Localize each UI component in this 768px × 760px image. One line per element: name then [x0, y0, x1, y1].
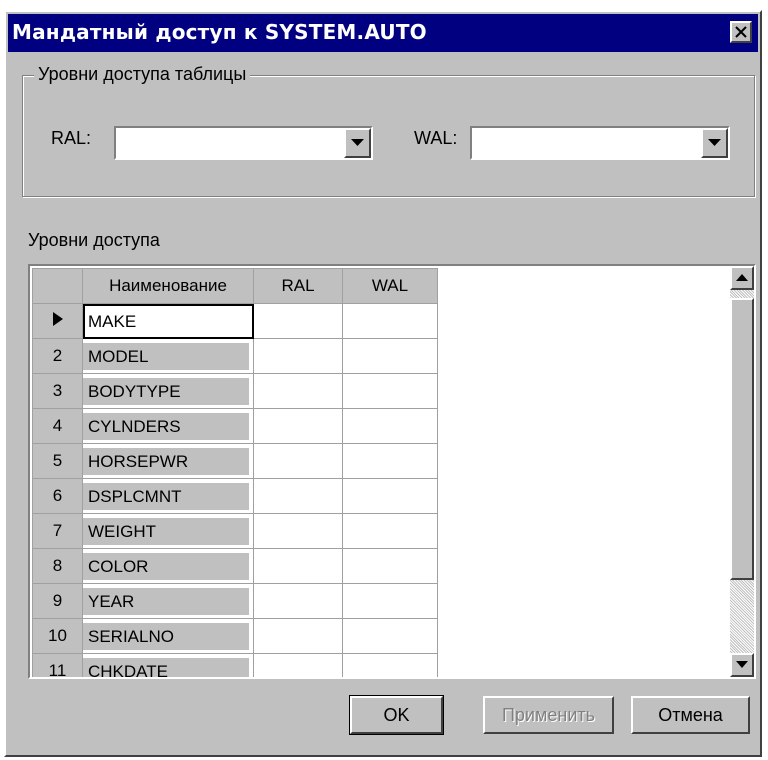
cancel-button[interactable]: Отмена: [631, 696, 750, 734]
table-row[interactable]: 5 HORSEPWR: [32, 443, 438, 479]
column-header-name[interactable]: Наименование: [82, 268, 254, 304]
wal-cell[interactable]: [342, 478, 438, 514]
name-cell[interactable]: CHKDATE: [82, 653, 254, 677]
row-number[interactable]: 8: [32, 548, 83, 584]
name-cell[interactable]: BODYTYPE: [82, 373, 254, 409]
name-cell[interactable]: COLOR: [82, 548, 254, 584]
wal-cell[interactable]: [342, 373, 438, 409]
row-number[interactable]: 5: [32, 443, 83, 479]
wal-cell[interactable]: [342, 513, 438, 549]
name-cell[interactable]: SERIALNO: [82, 618, 254, 654]
ral-cell[interactable]: [253, 653, 343, 677]
vertical-scrollbar[interactable]: [730, 266, 754, 677]
ral-cell[interactable]: [253, 338, 343, 374]
row-number[interactable]: 11: [32, 653, 83, 677]
chevron-down-icon: [351, 139, 364, 146]
grid-corner-cell: [32, 268, 83, 304]
name-value: CYLNDERS: [83, 412, 249, 440]
scroll-thumb[interactable]: [730, 298, 754, 580]
row-number[interactable]: 10: [32, 618, 83, 654]
row-indicator[interactable]: [32, 303, 83, 339]
ral-combobox[interactable]: [114, 126, 373, 160]
close-button[interactable]: [730, 21, 752, 43]
ral-label: RAL:: [51, 128, 92, 148]
scroll-down-button[interactable]: [730, 653, 754, 677]
levels-section-label: Уровни доступа: [28, 230, 160, 250]
wal-cell[interactable]: [342, 653, 438, 677]
wal-label: WAL:: [414, 128, 458, 148]
table-row[interactable]: 11 CHKDATE: [32, 653, 438, 677]
table-row[interactable]: 4 CYLNDERS: [32, 408, 438, 444]
apply-button[interactable]: Применить: [483, 696, 614, 734]
name-cell[interactable]: MAKE: [82, 303, 254, 339]
title-bar[interactable]: Мандатный доступ к SYSTEM.AUTO: [8, 14, 758, 52]
ral-cell[interactable]: [253, 478, 343, 514]
current-row-arrow-icon: [52, 312, 63, 326]
window-title: Мандатный доступ к SYSTEM.AUTO: [12, 20, 427, 44]
wal-cell[interactable]: [342, 443, 438, 479]
ral-cell[interactable]: [253, 548, 343, 584]
scroll-up-button[interactable]: [730, 266, 754, 290]
name-value: BODYTYPE: [83, 377, 249, 405]
ral-cell[interactable]: [253, 583, 343, 619]
table-row[interactable]: 3 BODYTYPE: [32, 373, 438, 409]
levels-grid[interactable]: Наименование RAL WAL MAKE 2 MODEL 3 BODY…: [28, 264, 756, 679]
wal-cell[interactable]: [342, 338, 438, 374]
ral-cell[interactable]: [253, 373, 343, 409]
table-row[interactable]: 8 COLOR: [32, 548, 438, 584]
name-value: WEIGHT: [83, 517, 249, 545]
ral-dropdown-button[interactable]: [344, 128, 371, 158]
column-header-ral[interactable]: RAL: [253, 268, 343, 304]
name-value: DSPLCMNT: [83, 482, 249, 510]
ral-cell[interactable]: [253, 443, 343, 479]
wal-dropdown-button[interactable]: [701, 128, 728, 158]
wal-cell[interactable]: [342, 583, 438, 619]
row-number[interactable]: 3: [32, 373, 83, 409]
name-value: MAKE: [83, 307, 249, 335]
arrow-up-icon: [736, 274, 748, 281]
row-number[interactable]: 9: [32, 583, 83, 619]
name-cell[interactable]: HORSEPWR: [82, 443, 254, 479]
table-row[interactable]: 6 DSPLCMNT: [32, 478, 438, 514]
row-number[interactable]: 7: [32, 513, 83, 549]
ral-cell[interactable]: [253, 513, 343, 549]
name-value: MODEL: [83, 342, 249, 370]
name-cell[interactable]: DSPLCMNT: [82, 478, 254, 514]
table-row[interactable]: 2 MODEL: [32, 338, 438, 374]
ok-button[interactable]: OK: [349, 695, 444, 735]
row-number[interactable]: 6: [32, 478, 83, 514]
row-number[interactable]: 2: [32, 338, 83, 374]
name-cell[interactable]: WEIGHT: [82, 513, 254, 549]
table-row[interactable]: 10 SERIALNO: [32, 618, 438, 654]
name-cell[interactable]: MODEL: [82, 338, 254, 374]
table-levels-group-label: Уровни доступа таблицы: [34, 64, 251, 85]
table-row[interactable]: MAKE: [32, 303, 438, 339]
wal-cell[interactable]: [342, 408, 438, 444]
ral-cell[interactable]: [253, 618, 343, 654]
table-row[interactable]: 7 WEIGHT: [32, 513, 438, 549]
name-value: CHKDATE: [83, 657, 249, 677]
name-value: YEAR: [83, 587, 249, 615]
wal-cell[interactable]: [342, 303, 438, 339]
row-number[interactable]: 4: [32, 408, 83, 444]
levels-table: Наименование RAL WAL MAKE 2 MODEL 3 BODY…: [32, 268, 438, 677]
table-row[interactable]: 9 YEAR: [32, 583, 438, 619]
name-value: HORSEPWR: [83, 447, 249, 475]
column-header-wal[interactable]: WAL: [342, 268, 438, 304]
name-value: SERIALNO: [83, 622, 249, 650]
chevron-down-icon: [708, 139, 721, 146]
close-icon: [735, 26, 747, 38]
name-value: COLOR: [83, 552, 249, 580]
ral-cell[interactable]: [253, 408, 343, 444]
wal-combobox[interactable]: [470, 126, 730, 160]
ral-cell[interactable]: [253, 303, 343, 339]
wal-cell[interactable]: [342, 618, 438, 654]
name-cell[interactable]: CYLNDERS: [82, 408, 254, 444]
name-cell[interactable]: YEAR: [82, 583, 254, 619]
arrow-down-icon: [736, 661, 748, 668]
wal-cell[interactable]: [342, 548, 438, 584]
